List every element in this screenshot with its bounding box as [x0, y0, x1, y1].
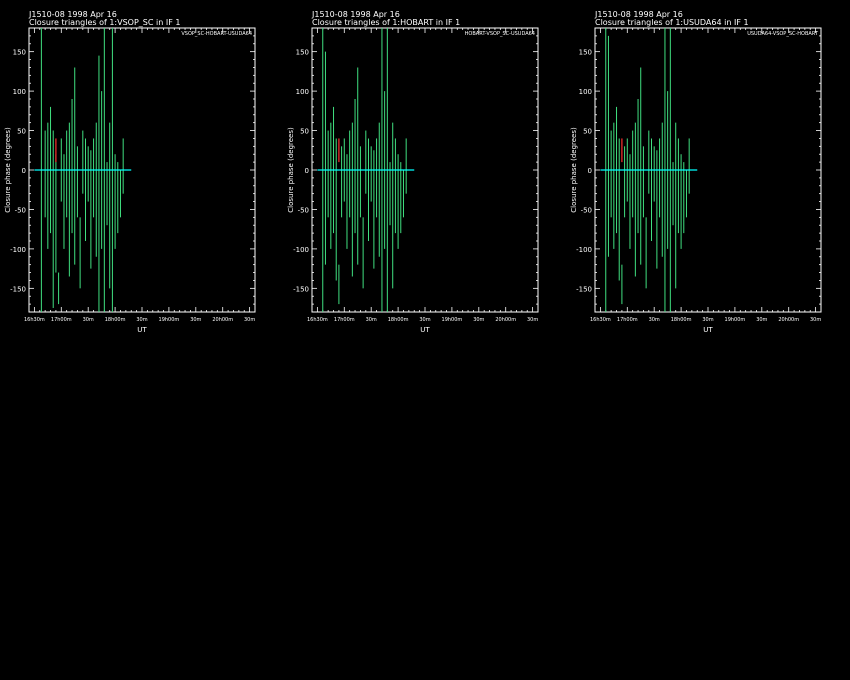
y-axis-label: Closure phase (degrees) — [4, 127, 12, 213]
y-tick-label: -100 — [293, 246, 309, 254]
y-tick-label: 100 — [13, 88, 26, 96]
y-tick-label: -150 — [576, 285, 592, 293]
y-tick-label: 0 — [588, 167, 592, 175]
y-tick-label: -150 — [10, 285, 26, 293]
closure-phase-plot: HOBART-VSOP_SC-USUDA64 -150 -100 -50 0 50 100 1… — [287, 27, 539, 334]
x-tick-label: 30m — [366, 317, 377, 323]
x-tick-label: 16h30m — [590, 317, 611, 323]
x-tick-label: 17h00m — [334, 317, 355, 323]
x-tick-label: 16h30m — [24, 317, 45, 323]
x-tick-label: 19h00m — [159, 317, 180, 323]
x-tick-label: 30m — [419, 317, 430, 323]
closure-panel-hobart: J1510-08 1998 Apr 16 Closure triangles o… — [283, 0, 566, 340]
triangle-label: USUDA64-VSOP_SC-HOBART — [747, 31, 819, 37]
y-axis-label: Closure phase (degrees) — [570, 127, 578, 213]
x-tick-label: 17h00m — [51, 317, 72, 323]
closure-panel-vsop: J1510-08 1998 Apr 16 Closure triangles o… — [0, 0, 283, 340]
x-tick-label: 30m — [473, 317, 484, 323]
y-tick-label: -150 — [293, 285, 309, 293]
x-tick-label: 17h00m — [617, 317, 638, 323]
x-tick-label: 20h00m — [212, 317, 233, 323]
x-tick-label: 30m — [83, 317, 94, 323]
y-tick-label: -50 — [581, 206, 592, 214]
y-tick-label: 0 — [22, 167, 26, 175]
x-tick-label: 18h00m — [388, 317, 409, 323]
closure-phase-plot: VSOP_SC-HOBART-USUDA64 -150 -100 -50 0 50 100 1… — [4, 27, 256, 334]
y-tick-label: 0 — [305, 167, 309, 175]
x-tick-label: 30m — [244, 317, 255, 323]
x-axis-label: UT — [420, 326, 430, 334]
y-tick-label: 100 — [579, 88, 592, 96]
x-axis-label: UT — [137, 326, 147, 334]
closure-phase-plot: USUDA64-VSOP_SC-HOBART -150 -100 -50 0 50 100 1… — [570, 27, 822, 334]
x-tick-label: 18h00m — [105, 317, 126, 323]
x-tick-label: 30m — [136, 317, 147, 323]
y-tick-label: 50 — [583, 128, 592, 136]
x-tick-label: 30m — [527, 317, 538, 323]
y-tick-label: 150 — [296, 49, 309, 57]
x-axis-label: UT — [703, 326, 713, 334]
closure-panel-usuda: J1510-08 1998 Apr 16 Closure triangles o… — [566, 0, 849, 340]
x-tick-label: 30m — [190, 317, 201, 323]
y-axis-label: Closure phase (degrees) — [287, 127, 295, 213]
y-tick-label: 150 — [13, 49, 26, 57]
x-tick-label: 20h00m — [778, 317, 799, 323]
y-tick-label: 150 — [579, 49, 592, 57]
triangle-label: HOBART-VSOP_SC-USUDA64 — [465, 31, 535, 37]
x-tick-label: 19h00m — [725, 317, 746, 323]
y-tick-label: -100 — [10, 246, 26, 254]
y-tick-label: -50 — [15, 206, 26, 214]
y-tick-label: 100 — [296, 88, 309, 96]
x-tick-label: 30m — [649, 317, 660, 323]
x-tick-label: 30m — [756, 317, 767, 323]
y-tick-label: -50 — [298, 206, 309, 214]
triangle-label: VSOP_SC-HOBART-USUDA64 — [181, 31, 252, 37]
x-tick-label: 30m — [810, 317, 821, 323]
x-tick-label: 30m — [702, 317, 713, 323]
x-tick-label: 19h00m — [442, 317, 463, 323]
y-tick-label: -100 — [576, 246, 592, 254]
x-tick-label: 18h00m — [671, 317, 692, 323]
x-tick-label: 20h00m — [495, 317, 516, 323]
y-tick-label: 50 — [17, 128, 26, 136]
x-tick-label: 16h30m — [307, 317, 328, 323]
y-tick-label: 50 — [300, 128, 309, 136]
